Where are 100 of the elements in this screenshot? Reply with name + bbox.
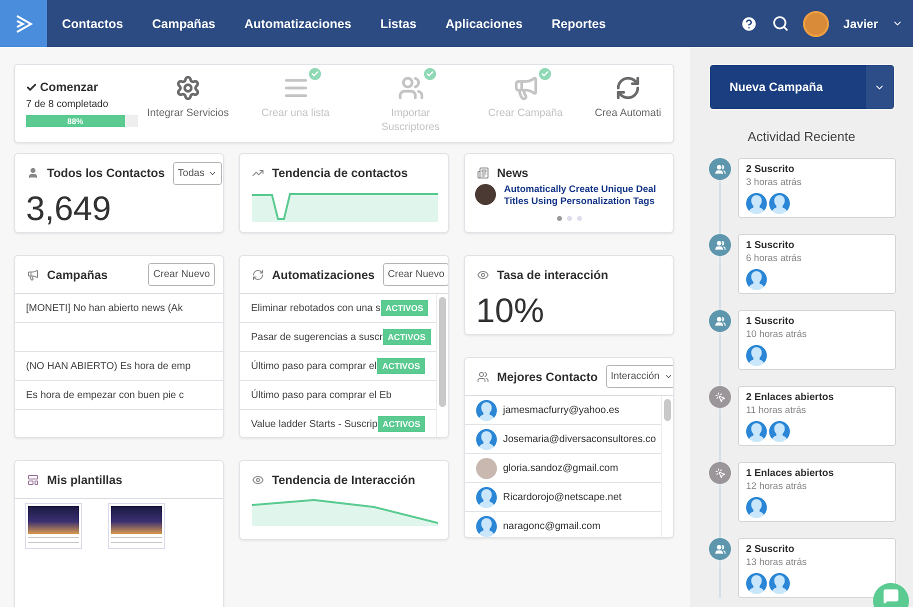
user-avatar-icon xyxy=(476,486,497,508)
nav-link[interactable]: Listas xyxy=(380,16,416,30)
users-icon xyxy=(709,234,731,256)
contact-email[interactable]: jamesmacfurry@yahoo.es xyxy=(503,404,620,416)
card-title: News xyxy=(497,166,530,180)
search-icon[interactable] xyxy=(772,15,790,32)
section-heading: Actividad Reciente xyxy=(748,129,856,144)
scrollbar[interactable] xyxy=(436,294,448,437)
users-icon xyxy=(709,310,731,332)
filter-dropdown[interactable]: Todas xyxy=(172,162,222,184)
contact-email[interactable]: gloria.sandoz@gmail.com xyxy=(503,462,618,474)
template-thumbnail[interactable] xyxy=(108,503,165,549)
user-avatar-icon xyxy=(476,428,497,450)
card-title: Mejores Contacto xyxy=(497,370,598,384)
carousel-dot[interactable] xyxy=(576,216,582,221)
card-title: Campañas xyxy=(47,268,109,282)
megaphone-icon xyxy=(27,268,39,280)
chat-icon xyxy=(883,588,899,604)
contact-count: 3,649 xyxy=(25,192,112,226)
nav-link[interactable]: Aplicaciones xyxy=(445,16,523,30)
contact-email[interactable]: Josemaria@diversaconsultores.co xyxy=(503,434,656,444)
user-name[interactable]: Javier xyxy=(843,16,878,30)
news-link[interactable]: Automatically Create Unique Deal Titles Using Personalization Tags xyxy=(504,184,663,209)
activity-title: 2 Enlaces abiertos xyxy=(746,392,835,403)
activity-time: 11 horas atrás xyxy=(746,405,808,416)
refresh-icon xyxy=(252,268,264,280)
status-badge: ACTIVOS xyxy=(377,358,425,374)
user-avatar-icon xyxy=(746,269,767,290)
onboarding-title: Comenzar xyxy=(40,80,98,94)
refresh-icon xyxy=(615,74,641,101)
user-avatar[interactable] xyxy=(803,10,830,36)
card-title: Todos los Contactos xyxy=(47,166,165,180)
help-icon[interactable] xyxy=(740,14,758,32)
megaphone-icon xyxy=(512,74,538,101)
step-label[interactable]: Integrar Servicios xyxy=(143,106,233,120)
activity-title: 1 Suscrito xyxy=(746,240,796,251)
nav-link[interactable]: Contactos xyxy=(62,16,124,30)
nav-link[interactable]: Automatizaciones xyxy=(244,16,352,30)
pointer-icon xyxy=(709,386,731,408)
users-icon xyxy=(477,370,489,382)
activity-title: 1 Suscrito xyxy=(746,316,796,327)
carousel-dot[interactable] xyxy=(556,216,562,221)
automation-name[interactable]: Último paso para comprar el xyxy=(251,360,378,372)
campaign-name[interactable]: (NO HAN ABIERTO) Es hora de emp xyxy=(26,360,212,372)
trend-icon xyxy=(252,167,264,179)
user-avatar-icon xyxy=(769,193,790,214)
check-icon xyxy=(26,82,37,92)
automation-name[interactable]: Value ladder Starts - Suscrip xyxy=(251,418,378,430)
eye-icon xyxy=(477,269,489,281)
card-title: Mis plantillas xyxy=(47,472,124,486)
progress-text: 7 de 8 completado xyxy=(26,99,110,110)
create-new-button[interactable]: Crear Nuevo xyxy=(382,263,448,286)
contact-email[interactable]: Ricardorojo@netscape.net xyxy=(503,492,622,502)
users-icon xyxy=(709,158,731,180)
card-title: Automatizaciones xyxy=(272,268,375,282)
status-badge: ACTIVOS xyxy=(382,329,431,345)
users-icon xyxy=(398,74,424,101)
nav-link[interactable]: Campañas xyxy=(152,16,216,30)
campaign-name[interactable]: Es hora de empezar con buen pie c xyxy=(26,390,212,400)
scrollbar-thumb[interactable] xyxy=(664,399,671,421)
scrollbar-thumb[interactable] xyxy=(439,297,446,407)
new-campaign-button[interactable]: Nueva Campaña xyxy=(710,65,866,109)
user-avatar-icon xyxy=(746,193,767,214)
user-avatar-icon xyxy=(476,516,497,536)
caret-icon xyxy=(664,372,673,381)
activity-time: 6 horas atrás xyxy=(746,253,802,264)
create-new-button[interactable]: Crear Nuevo xyxy=(148,263,215,286)
contact-email[interactable]: naragonc@gmail.com xyxy=(503,520,600,532)
automation-name[interactable]: Eliminar rebotados con una s xyxy=(251,302,381,314)
user-avatar-icon xyxy=(746,421,767,442)
template-icon xyxy=(27,474,39,486)
user-icon xyxy=(27,167,39,179)
users-icon xyxy=(709,538,731,560)
carousel-dot[interactable] xyxy=(566,216,572,221)
card-title: Tendencia de Interacción xyxy=(272,473,416,487)
avatar-photo xyxy=(476,458,497,478)
user-avatar-icon xyxy=(476,400,497,420)
template-thumbnail[interactable] xyxy=(25,503,82,549)
automation-name[interactable]: Pasar de sugerencias a suscr xyxy=(251,332,383,342)
nav-link[interactable]: Reportes xyxy=(552,16,606,30)
activity-time: 13 horas atrás xyxy=(746,557,808,568)
scrollbar[interactable] xyxy=(661,396,673,537)
card-title: Tendencia de contactos xyxy=(272,166,409,180)
card-title: Tasa de interacción xyxy=(497,268,610,282)
activity-time: 10 horas atrás xyxy=(746,329,808,340)
campaign-name[interactable]: [MONETI] No han abierto news (Ak xyxy=(26,302,212,314)
step-label[interactable]: Crea Automati xyxy=(583,106,673,120)
automation-name[interactable]: Último paso para comprar el Eb xyxy=(251,390,425,400)
author-photo xyxy=(475,184,496,205)
activity-title: 2 Suscrito xyxy=(746,164,796,175)
user-avatar-icon xyxy=(769,421,790,442)
user-avatar-icon xyxy=(746,573,767,594)
progress-fill: 88% xyxy=(26,115,125,127)
pointer-icon xyxy=(709,462,731,484)
gear-icon xyxy=(175,74,201,101)
activity-title: 2 Suscrito xyxy=(746,544,796,555)
logo[interactable] xyxy=(0,0,47,47)
user-avatar-icon xyxy=(746,345,767,366)
eye-icon xyxy=(252,474,264,486)
filter-dropdown[interactable]: Interacción xyxy=(606,365,673,388)
